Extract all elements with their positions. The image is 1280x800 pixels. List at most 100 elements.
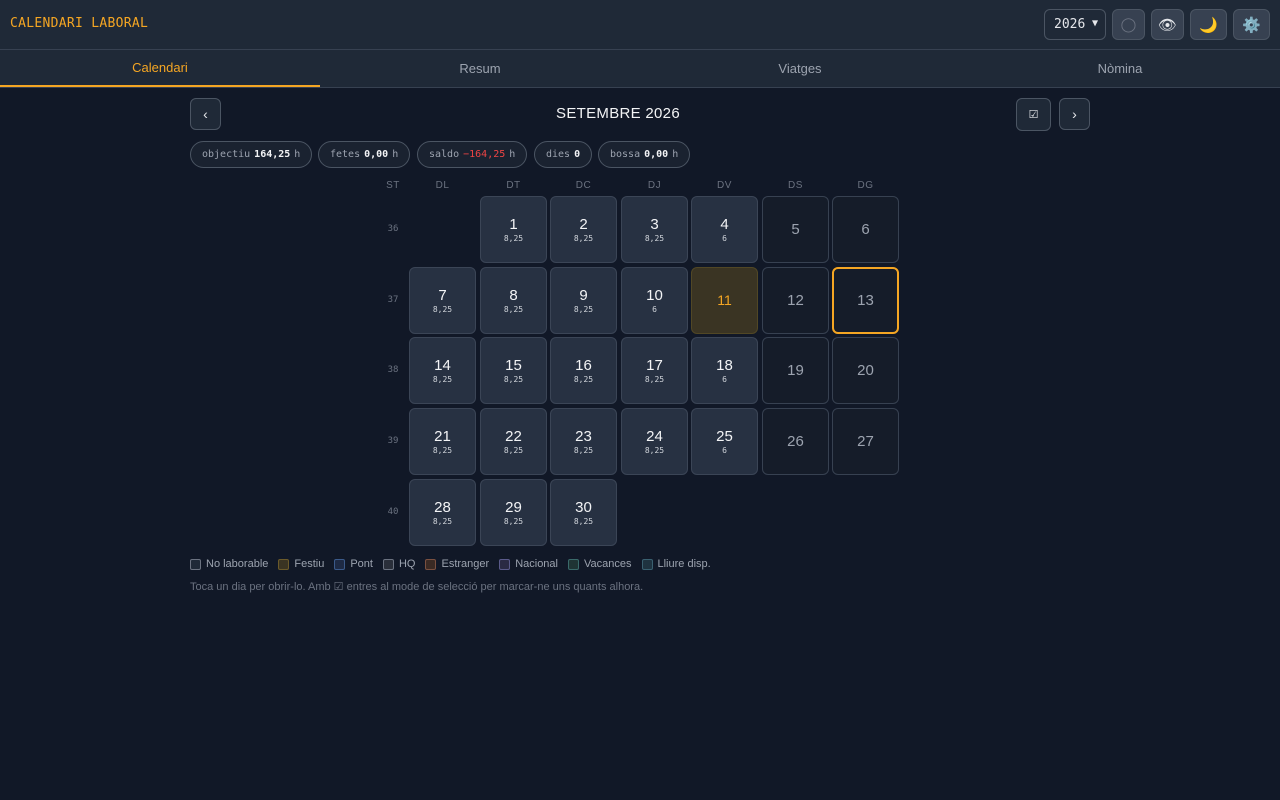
day-cell[interactable]: 25 6 xyxy=(691,408,758,475)
day-hours: 6 xyxy=(722,375,727,384)
day-hours: 8,25 xyxy=(644,375,665,384)
day-cell[interactable]: 14 8,25 xyxy=(409,337,476,404)
visibility-button[interactable]: 👁 xyxy=(1151,9,1184,40)
next-month-button[interactable]: › xyxy=(1059,98,1090,130)
day-number: 20 xyxy=(857,362,874,379)
legend-label: Vacances xyxy=(584,558,632,570)
day-number: 21 xyxy=(434,428,451,445)
day-number: 19 xyxy=(787,362,804,379)
day-cell[interactable]: 5 xyxy=(762,196,829,263)
legend-swatch xyxy=(190,558,201,570)
day-cell[interactable]: 17 8,25 xyxy=(621,337,688,404)
week-number: 40 xyxy=(387,507,399,517)
day-number: 18 xyxy=(716,357,733,374)
stat-saldo: saldo −164,25 h xyxy=(417,141,528,168)
theme-toggle-button[interactable]: 🌙 xyxy=(1190,9,1227,40)
day-cell[interactable]: 16 8,25 xyxy=(550,337,617,404)
day-number: 13 xyxy=(857,292,874,309)
day-cell[interactable]: 26 xyxy=(762,408,829,475)
prev-month-button[interactable]: ‹ xyxy=(190,98,221,130)
day-cell[interactable]: 10 6 xyxy=(621,267,688,334)
day-cell[interactable]: 20 xyxy=(832,337,899,404)
weekday-header: DT xyxy=(506,180,521,191)
legend-label: Estranger xyxy=(441,558,490,570)
legend-label: Lliure disp. xyxy=(657,558,711,570)
legend-swatch xyxy=(278,558,290,570)
tab-resum[interactable]: Resum xyxy=(320,50,640,87)
day-hours: 8,25 xyxy=(432,305,453,314)
day-cell[interactable]: 15 8,25 xyxy=(480,337,547,404)
eye-icon: 👁 xyxy=(1157,16,1178,34)
circle-toggle-button[interactable]: ◯ xyxy=(1112,9,1145,40)
day-cell[interactable]: 21 8,25 xyxy=(409,408,476,475)
day-cell[interactable]: 3 8,25 xyxy=(621,196,688,263)
legend: No laborable Festiu Pont HQ Estranger Naciona… xyxy=(190,558,721,570)
tab-nomina[interactable]: Nòmina xyxy=(960,50,1280,87)
day-hours: 8,25 xyxy=(573,305,594,314)
day-cell[interactable]: 18 6 xyxy=(691,337,758,404)
app-title: CALENDARI LABORAL xyxy=(10,16,149,31)
legend-swatch xyxy=(382,558,394,570)
day-cell[interactable]: 9 8,25 xyxy=(550,267,617,334)
year-select[interactable]: 2026 ▼ xyxy=(1044,9,1106,40)
day-cell[interactable]: 27 xyxy=(832,408,899,475)
legend-item: Pont xyxy=(334,558,373,570)
day-cell[interactable]: 24 8,25 xyxy=(621,408,688,475)
stat-objectiu: objectiu 164,25 h xyxy=(190,141,313,168)
tab-calendari[interactable]: Calendari xyxy=(0,50,320,87)
settings-button[interactable]: ⚙️ xyxy=(1233,9,1270,40)
month-title: SETEMBRE 2026 xyxy=(556,105,680,122)
day-cell[interactable]: 23 8,25 xyxy=(550,408,617,475)
legend-swatch xyxy=(641,558,653,570)
day-cell[interactable]: 1 8,25 xyxy=(480,196,547,263)
day-number: 12 xyxy=(787,292,804,309)
day-hours: 8,25 xyxy=(644,234,665,243)
day-cell[interactable]: 12 xyxy=(762,267,829,334)
day-cell[interactable]: 2 8,25 xyxy=(550,196,617,263)
day-hours: 8,25 xyxy=(644,446,665,455)
day-number: 6 xyxy=(861,221,870,238)
gear-icon: ⚙️ xyxy=(1242,16,1261,34)
day-cell[interactable]: 11 xyxy=(691,267,758,334)
weekday-header: DL xyxy=(435,180,450,191)
legend-swatch xyxy=(334,558,346,570)
day-hours: 8,25 xyxy=(432,446,453,455)
day-number: 27 xyxy=(857,433,874,450)
day-hours: 8,25 xyxy=(432,517,453,526)
day-cell[interactable]: 28 8,25 xyxy=(409,479,476,546)
day-number: 4 xyxy=(720,216,729,233)
day-cell[interactable]: 7 8,25 xyxy=(409,267,476,334)
legend-label: Festiu xyxy=(294,558,325,570)
legend-label: No laborable xyxy=(206,558,269,570)
main-tabs: Calendari Resum Viatges Nòmina xyxy=(0,50,1280,88)
day-cell[interactable]: 6 xyxy=(832,196,899,263)
day-cell[interactable]: 46 xyxy=(691,196,758,263)
day-number: 5 xyxy=(791,221,800,238)
day-hours: 8,25 xyxy=(503,234,524,243)
week-number: 38 xyxy=(387,365,399,375)
day-hours: 8,25 xyxy=(573,517,594,526)
legend-item: Vacances xyxy=(568,558,632,570)
day-number: 30 xyxy=(575,499,592,516)
legend-item: Nacional xyxy=(499,558,558,570)
day-number: 7 xyxy=(438,287,447,304)
day-cell[interactable]: 19 xyxy=(762,337,829,404)
legend-label: Nacional xyxy=(515,558,558,570)
day-hours: 8,25 xyxy=(573,375,594,384)
week-number: 36 xyxy=(387,224,399,234)
top-bar: CALENDARI LABORAL 2026 ▼ ◯ 👁 🌙 ⚙️ xyxy=(0,0,1280,50)
day-cell[interactable]: 8 8,25 xyxy=(480,267,547,334)
day-cell[interactable]: 22 8,25 xyxy=(480,408,547,475)
chevron-down-icon: ▼ xyxy=(1091,18,1098,29)
circle-icon: ◯ xyxy=(1120,16,1137,32)
select-mode-button[interactable]: ☑ xyxy=(1016,98,1051,131)
legend-label: HQ xyxy=(398,558,416,570)
day-number: 2 xyxy=(579,216,588,233)
day-number: 10 xyxy=(646,287,663,304)
checkbox-icon: ☑ xyxy=(1028,109,1039,121)
day-cell[interactable]: 30 8,25 xyxy=(550,479,617,546)
day-cell[interactable]: 13 xyxy=(832,267,899,334)
day-hours: 8,25 xyxy=(503,446,524,455)
day-cell[interactable]: 29 8,25 xyxy=(480,479,547,546)
tab-viatges[interactable]: Viatges xyxy=(640,50,960,87)
